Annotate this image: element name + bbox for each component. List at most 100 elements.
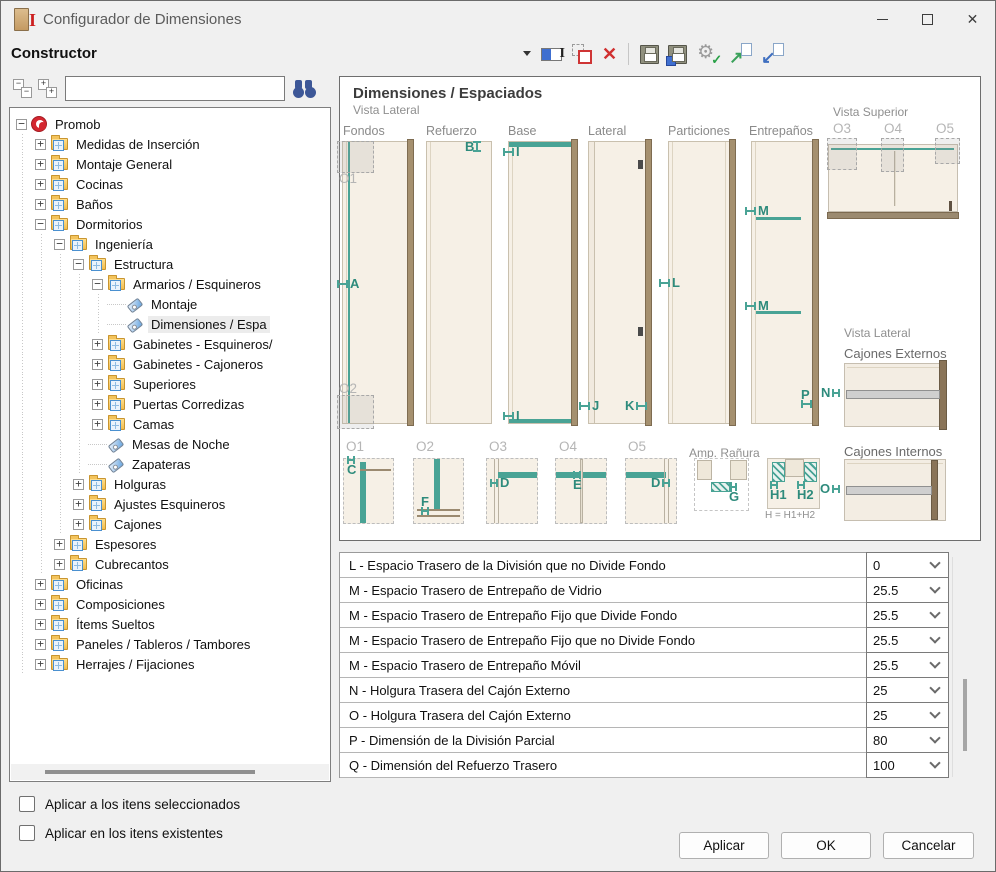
tree-toggle-plus-icon[interactable]: +	[92, 359, 103, 370]
tree-item[interactable]: + Baños	[12, 194, 328, 214]
tree-item[interactable]: + Holguras	[12, 474, 328, 494]
tree-item[interactable]: +Herrajes / Fijaciones	[12, 654, 328, 674]
dimension-value-dropdown[interactable]: 80	[866, 727, 949, 753]
tree-item-label[interactable]: Montaje General	[73, 156, 175, 173]
tree-item[interactable]: + Montaje General	[12, 154, 328, 174]
tree-item-label[interactable]: Cajones	[111, 516, 165, 533]
checkbox-icon[interactable]	[19, 796, 35, 812]
tree-item-label[interactable]: Oficinas	[73, 576, 126, 593]
ok-button[interactable]: OK	[781, 832, 871, 859]
delete-icon[interactable]: ✕	[602, 43, 617, 65]
tree-item[interactable]: + Espesores	[12, 534, 328, 554]
tree-item[interactable]: + Oficinas	[12, 574, 328, 594]
tree-toggle-plus-icon[interactable]: +	[35, 159, 46, 170]
tree-item-label[interactable]: Camas	[130, 416, 177, 433]
tree-toggle-minus-icon[interactable]: −	[92, 279, 103, 290]
tree-item-label[interactable]: Holguras	[111, 476, 169, 493]
tree-item[interactable]: + Paneles / Tableros / Tambores	[12, 634, 328, 654]
tree-item-label[interactable]: Cubrecantos	[92, 556, 172, 573]
tree-item-label[interactable]: Ítems Sueltos	[73, 616, 158, 633]
chevron-down-icon[interactable]	[929, 707, 940, 718]
tree-item[interactable]: + Superiores	[12, 374, 328, 394]
tree-toggle-plus-icon[interactable]: +	[92, 419, 103, 430]
constructor-combo[interactable]: Constructor	[11, 37, 531, 70]
tree-item-label[interactable]: Gabinetes - Cajoneros	[130, 356, 266, 373]
tree-toggle-plus-icon[interactable]: +	[35, 579, 46, 590]
chevron-down-icon[interactable]	[929, 632, 940, 643]
tree-item-label[interactable]: Paneles / Tableros / Tambores	[73, 636, 253, 653]
chevron-down-icon[interactable]	[929, 557, 940, 568]
tree-item-label[interactable]: Espesores	[92, 536, 159, 553]
rename-icon[interactable]	[541, 48, 562, 61]
tree-item-label[interactable]: Composiciones	[73, 596, 168, 613]
tree-toggle-minus-icon[interactable]: −	[73, 259, 84, 270]
import-icon[interactable]: ↙	[761, 43, 784, 66]
tree-item[interactable]: +Cubrecantos	[12, 554, 328, 574]
category-tree[interactable]: −Promob + Medidas de Inserción + Montaje Gen…	[9, 107, 331, 782]
tree-item[interactable]: + Camas	[12, 414, 328, 434]
tree-item-label[interactable]: Mesas de Noche	[129, 436, 233, 453]
tree-item[interactable]: + Ítems Sueltos	[12, 614, 328, 634]
chevron-down-icon[interactable]	[929, 757, 940, 768]
tree-item-label[interactable]: Zapateras	[129, 456, 194, 473]
tree-item-label[interactable]: Superiores	[130, 376, 199, 393]
tree-toggle-plus-icon[interactable]: +	[35, 599, 46, 610]
tree-toggle-plus-icon[interactable]: +	[73, 479, 84, 490]
tree-toggle-plus-icon[interactable]: +	[35, 199, 46, 210]
tree-toggle-plus-icon[interactable]: +	[35, 639, 46, 650]
dimension-value-dropdown[interactable]: 25.5	[866, 602, 949, 628]
export-icon[interactable]: ↗	[729, 43, 752, 66]
tree-item[interactable]: −Dormitorios	[12, 214, 328, 234]
tree-item[interactable]: + Medidas de Inserción	[12, 134, 328, 154]
tree-item-label[interactable]: Montaje	[148, 296, 200, 313]
cancel-button[interactable]: Cancelar	[883, 832, 974, 859]
tree-item[interactable]: Dimensiones / Espa	[12, 314, 328, 334]
dimension-value-dropdown[interactable]: 100	[866, 752, 949, 778]
save-icon[interactable]	[640, 45, 659, 64]
dimension-value-dropdown[interactable]: 25.5	[866, 652, 949, 678]
tree-item-label[interactable]: Dimensiones / Espa	[148, 316, 270, 333]
tree-item-label[interactable]: Ajustes Esquineros	[111, 496, 228, 513]
tree-item[interactable]: −Promob	[12, 114, 328, 134]
dimension-value-dropdown[interactable]: 25	[866, 702, 949, 728]
tree-toggle-plus-icon[interactable]: +	[35, 619, 46, 630]
tree-toggle-minus-icon[interactable]: −	[16, 119, 27, 130]
tree-item[interactable]: −Estructura	[12, 254, 328, 274]
apply-selected-checkbox-row[interactable]: Aplicar a los itens seleccionados	[19, 796, 240, 812]
apply-config-gear-icon[interactable]	[696, 42, 720, 66]
tree-item-label[interactable]: Armarios / Esquineros	[130, 276, 264, 293]
tree-item[interactable]: +Cocinas	[12, 174, 328, 194]
table-scrollbar-thumb[interactable]	[963, 679, 967, 751]
tree-item-label[interactable]: Cocinas	[73, 176, 126, 193]
tree-item[interactable]: +Ajustes Esquineros	[12, 494, 328, 514]
tree-item[interactable]: +Gabinetes - Esquineros/	[12, 334, 328, 354]
tree-item-label[interactable]: Baños	[73, 196, 116, 213]
collapse-all-icon[interactable]	[13, 78, 33, 98]
tree-item[interactable]: Mesas de Noche	[12, 434, 328, 454]
table-scrollbar-track[interactable]	[952, 557, 953, 777]
duplicate-icon[interactable]	[571, 43, 593, 65]
tree-toggle-plus-icon[interactable]: +	[54, 539, 65, 550]
maximize-button[interactable]	[905, 1, 950, 37]
checkbox-icon[interactable]	[19, 825, 35, 841]
title-bar[interactable]: Configurador de Dimensiones ✕	[1, 1, 995, 37]
search-input[interactable]	[65, 76, 285, 101]
tree-toggle-plus-icon[interactable]: +	[92, 399, 103, 410]
binoculars-search-icon[interactable]	[293, 80, 319, 98]
tree-toggle-plus-icon[interactable]: +	[92, 379, 103, 390]
tree-scrollbar-thumb[interactable]	[45, 770, 255, 774]
chevron-down-icon[interactable]	[929, 657, 940, 668]
apply-existing-checkbox-row[interactable]: Aplicar en los itens existentes	[19, 825, 223, 841]
tree-toggle-plus-icon[interactable]: +	[35, 139, 46, 150]
tree-item-label[interactable]: Ingeniería	[92, 236, 156, 253]
close-button[interactable]: ✕	[950, 1, 995, 37]
tree-toggle-plus-icon[interactable]: +	[35, 659, 46, 670]
tree-item[interactable]: Montaje	[12, 294, 328, 314]
dimension-value-dropdown[interactable]: 0	[866, 552, 949, 578]
tree-item-label[interactable]: Medidas de Inserción	[73, 136, 203, 153]
dropdown-caret-icon[interactable]	[523, 51, 531, 56]
tree-item[interactable]: Zapateras	[12, 454, 328, 474]
chevron-down-icon[interactable]	[929, 607, 940, 618]
tree-item[interactable]: − Armarios / Esquineros	[12, 274, 328, 294]
minimize-button[interactable]	[860, 1, 905, 37]
